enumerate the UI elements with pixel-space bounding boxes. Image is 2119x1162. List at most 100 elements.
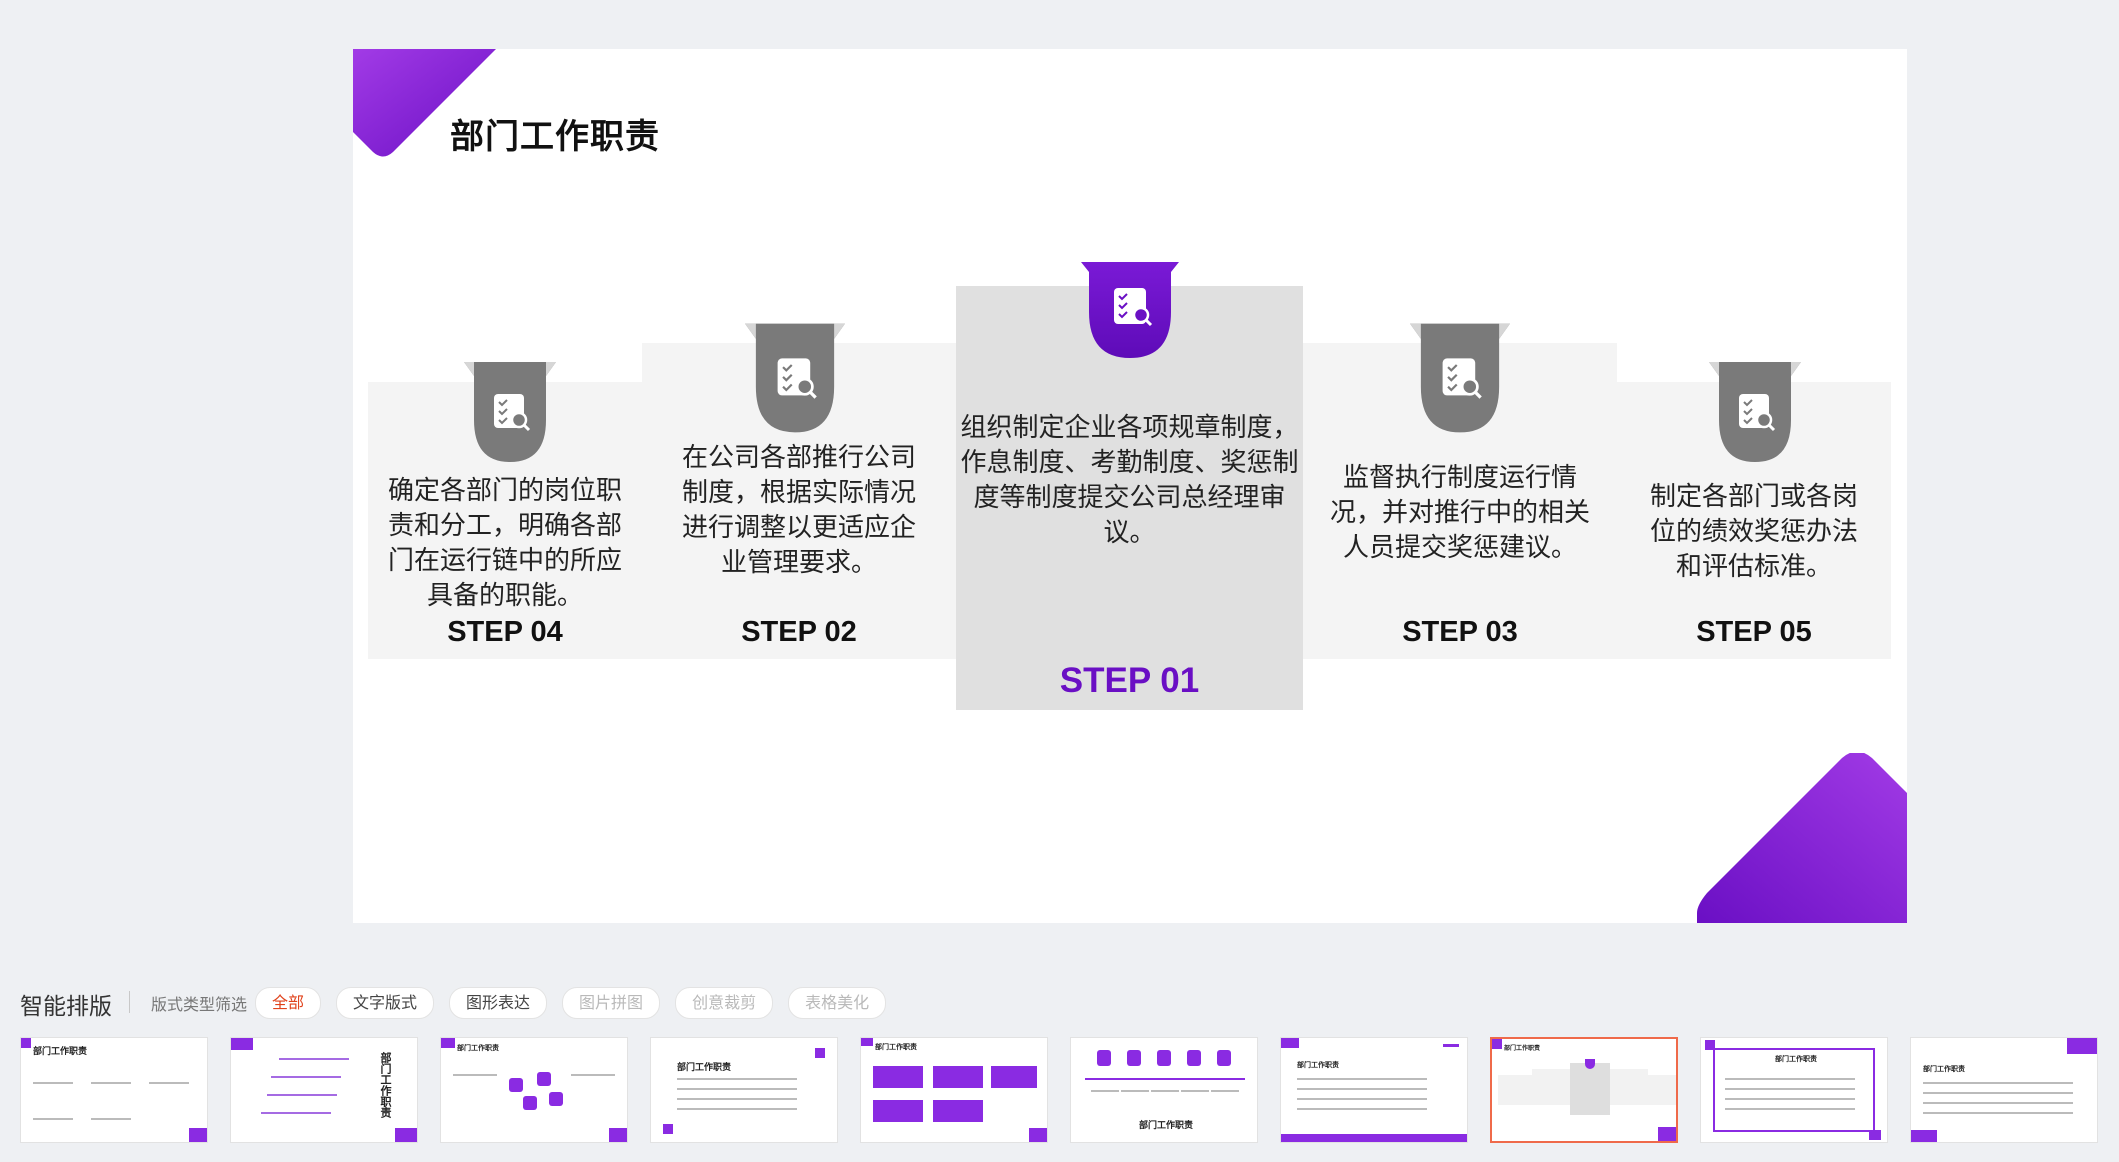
thumb-line	[1923, 1082, 2073, 1084]
thumb-line	[1923, 1112, 2073, 1114]
thumb-accent	[1911, 1130, 1937, 1142]
thumb-title: 部门工作职责	[33, 1047, 88, 1057]
thumb-line	[1121, 1090, 1149, 1092]
thumb-line	[1297, 1088, 1427, 1090]
step-card-05[interactable]: 制定各部门或各岗位的绩效奖惩办法和评估标准。 STEP 05	[1617, 362, 1891, 659]
thumb-title: 部门工作职责	[379, 1052, 392, 1118]
thumb-line	[1181, 1090, 1209, 1092]
thumb-line	[453, 1074, 497, 1076]
thumb-line	[677, 1108, 797, 1110]
thumb-card	[1648, 1075, 1676, 1105]
thumb-line	[571, 1074, 615, 1076]
thumb-line	[271, 1076, 341, 1078]
thumb-line	[1923, 1102, 2073, 1104]
layout-thumbnail[interactable]: 部门工作职责	[1910, 1037, 2098, 1143]
thumb-title: 部门工作职责	[457, 1044, 499, 1052]
thumb-hexagon	[1187, 1050, 1201, 1066]
thumb-line	[33, 1082, 73, 1084]
thumb-line	[91, 1082, 131, 1084]
thumb-hexagon	[509, 1078, 523, 1092]
step-card-05-label: STEP 05	[1696, 616, 1812, 648]
step-card-04[interactable]: 确定各部门的岗位职责和分工，明确各部门在运行链中的所应具备的职能。 STEP 0…	[368, 362, 642, 659]
thumb-accent	[1443, 1044, 1459, 1047]
quote-mark-icon	[1869, 1130, 1881, 1140]
thumb-box	[933, 1066, 983, 1088]
step-card-01[interactable]: 组织制定企业各项规章制度，作息制度、考勤制度、奖惩制度等制度提交公司总经理审议。…	[956, 262, 1303, 710]
thumb-hexagon	[523, 1096, 537, 1110]
layout-thumbnail[interactable]: 部门工作职责	[440, 1037, 628, 1143]
thumb-accent	[1658, 1127, 1676, 1141]
filter-chips: 全部 文字版式 图形表达 图片拼图 创意裁剪 表格美化	[255, 987, 887, 1019]
thumb-line	[279, 1058, 349, 1060]
filter-chip-graphic[interactable]: 图形表达	[449, 987, 548, 1019]
layout-thumbnail[interactable]: 部门工作职责	[1700, 1037, 1888, 1143]
layout-thumbnail[interactable]: 部门工作职责	[1070, 1037, 1258, 1143]
step-card-02[interactable]: 在公司各部推行公司制度，根据实际情况进行调整以更适应企业管理要求。 STEP 0…	[642, 323, 956, 659]
step-card-01-text: 组织制定企业各项规章制度，作息制度、考勤制度、奖惩制度等制度提交公司总经理审议。	[960, 413, 1299, 548]
thumb-hexagon	[549, 1092, 563, 1106]
step-card-02-label: STEP 02	[741, 616, 857, 648]
thumb-line	[1297, 1108, 1427, 1110]
step-card-05-text: 制定各部门或各岗位的绩效奖惩办法和评估标准。	[1649, 482, 1858, 582]
thumb-accent	[2067, 1038, 2097, 1054]
thumb-card	[1610, 1069, 1648, 1105]
divider	[129, 991, 130, 1013]
layout-thumbnail[interactable]: 部门工作职责	[650, 1037, 838, 1143]
thumb-line	[1923, 1092, 2073, 1094]
thumb-card	[1532, 1069, 1570, 1105]
step-card-03[interactable]: 监督执行制度运行情况，并对推行中的相关人员提交奖惩建议。 STEP 03	[1303, 323, 1617, 659]
step-card-03-text: 监督执行制度运行情况，并对推行中的相关人员提交奖惩建议。	[1329, 463, 1590, 563]
thumb-line	[677, 1078, 797, 1080]
filter-chip-table-beautify[interactable]: 表格美化	[788, 987, 887, 1019]
thumb-line	[149, 1082, 189, 1084]
thumb-line	[1725, 1078, 1855, 1080]
layout-type-filter-label: 版式类型筛选	[151, 995, 248, 1014]
thumb-accent	[189, 1128, 207, 1142]
thumb-line	[677, 1088, 797, 1090]
thumb-hexagon	[1157, 1050, 1171, 1066]
thumb-title: 部门工作职责	[1504, 1045, 1541, 1052]
layout-thumbnail[interactable]: 部门工作职责	[1280, 1037, 1468, 1143]
thumb-title: 部门工作职责	[1775, 1055, 1817, 1063]
thumb-line	[1297, 1078, 1427, 1080]
filter-chip-text-layout[interactable]: 文字版式	[336, 987, 435, 1019]
thumb-card	[1498, 1075, 1532, 1105]
thumb-accent	[663, 1124, 673, 1134]
thumb-accent	[1281, 1038, 1299, 1048]
layout-thumbnail[interactable]: 部门工作职责	[860, 1037, 1048, 1143]
thumb-timeline	[1085, 1078, 1245, 1080]
thumb-accent	[1492, 1039, 1502, 1049]
thumb-title: 部门工作职责	[875, 1043, 917, 1051]
thumb-hexagon	[1217, 1050, 1231, 1066]
thumb-accent	[21, 1038, 31, 1048]
layout-thumbnail-selected[interactable]: 部门工作职责	[1490, 1037, 1678, 1143]
slide-title[interactable]: 部门工作职责	[450, 109, 660, 158]
thumb-line	[1297, 1098, 1427, 1100]
filter-chip-all[interactable]: 全部	[255, 987, 322, 1019]
thumb-box	[991, 1066, 1037, 1088]
thumb-accent	[861, 1038, 873, 1046]
checklist-search-icon	[1709, 362, 1801, 462]
layout-thumbnail[interactable]: 部门工作职责	[230, 1037, 418, 1143]
layout-thumbnail[interactable]: 部门工作职责	[20, 1037, 208, 1143]
thumb-box	[873, 1066, 923, 1088]
step-card-02-text: 在公司各部推行公司制度，根据实际情况进行调整以更适应企业管理要求。	[681, 443, 916, 578]
thumb-accent	[609, 1128, 627, 1142]
filter-chip-image-collage[interactable]: 图片拼图	[562, 987, 661, 1019]
step-card-04-label: STEP 04	[447, 616, 563, 648]
thumb-title: 部门工作职责	[1139, 1121, 1194, 1131]
thumb-accent	[1281, 1134, 1467, 1142]
thumb-card	[1570, 1063, 1610, 1115]
thumb-line	[91, 1118, 131, 1120]
step-card-01-label: STEP 01	[1059, 661, 1200, 700]
thumb-line	[677, 1098, 797, 1100]
checklist-search-icon	[745, 323, 845, 433]
thumb-box	[873, 1100, 923, 1122]
checklist-search-icon	[1081, 262, 1179, 358]
thumb-line	[1211, 1090, 1239, 1092]
thumb-accent	[441, 1038, 455, 1048]
slide-canvas[interactable]: 部门工作职责 确定各部门的岗位职责和分工，明确各部门在运行链中的所应具备的职能。…	[353, 49, 1907, 923]
thumb-box	[933, 1100, 983, 1122]
checklist-search-icon	[1410, 323, 1510, 433]
filter-chip-creative-crop[interactable]: 创意裁剪	[675, 987, 774, 1019]
